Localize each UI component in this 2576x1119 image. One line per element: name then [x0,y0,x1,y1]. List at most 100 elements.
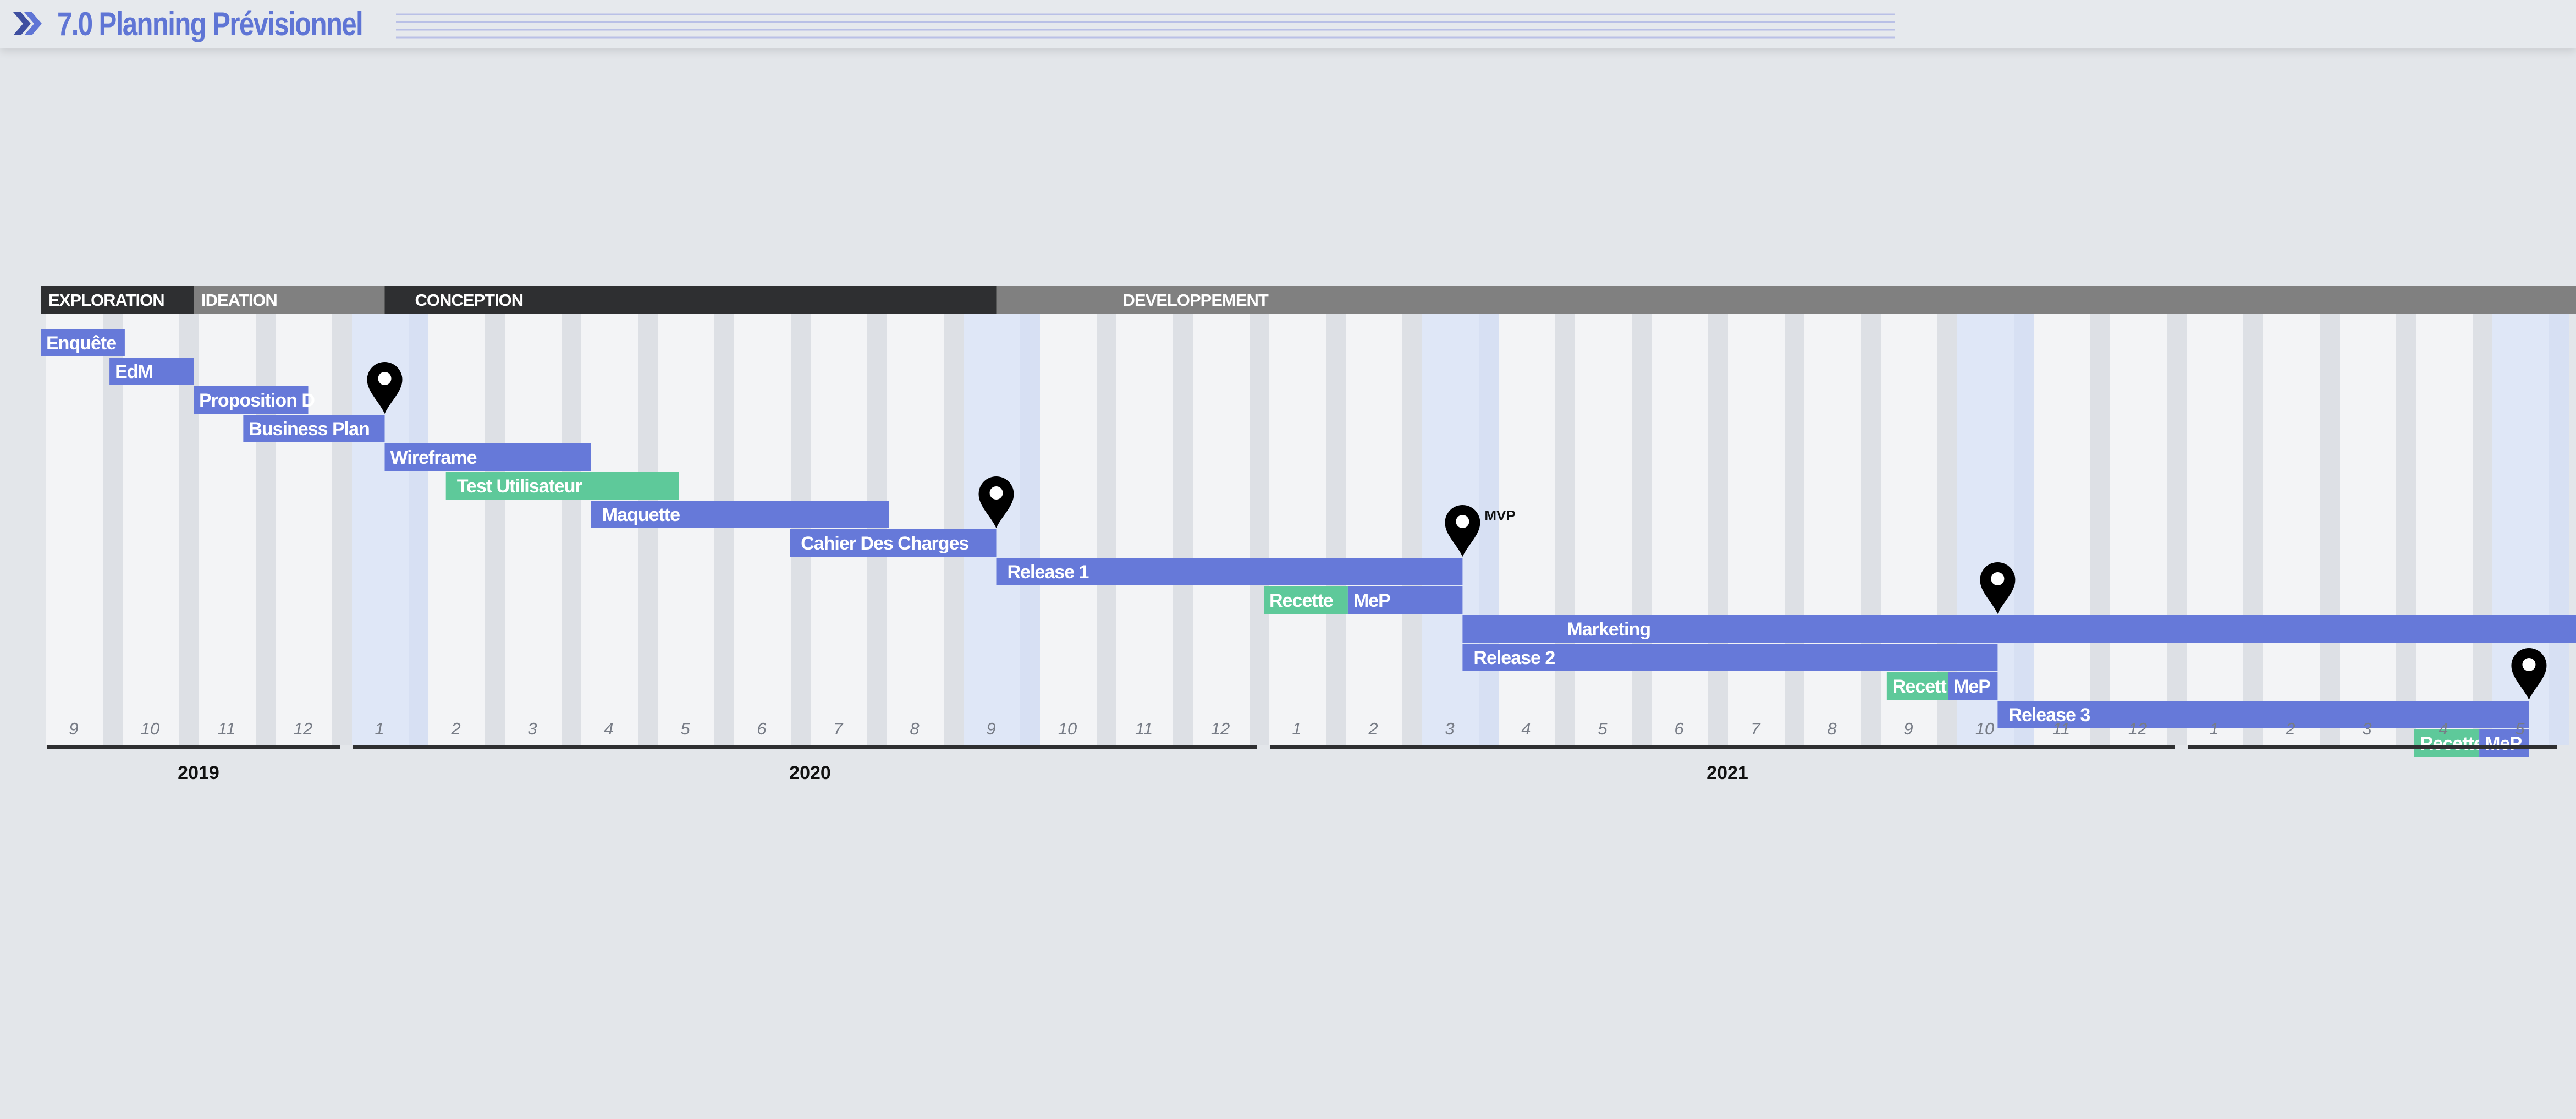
month-tick-label: 1 [2209,719,2219,738]
month-tick-label: 5 [2515,719,2525,738]
month-tick-label: 3 [1445,719,1454,738]
month-column [581,314,638,745]
task-label: EdM [115,361,153,382]
month-column [658,314,714,745]
month-column [1728,314,1785,745]
milestone-label: MVP [1484,507,1515,524]
month-gap [2396,314,2416,745]
month-tick-label: 8 [1827,719,1837,738]
task-label: Marketing [1567,619,1650,640]
map-pin-hole [1991,572,2005,585]
month-gap [2243,314,2263,745]
month-tick-label: 5 [680,719,690,738]
task-label: Recett [1892,676,1947,697]
month-tick-label: 11 [218,719,235,738]
month-column [2340,314,2396,745]
month-gap [485,314,505,745]
year-label: 2021 [1707,763,1748,783]
month-column [2034,314,2090,745]
task-label: Enquête [46,333,116,354]
month-column [2263,314,2320,745]
task-label: Business Plan [249,419,369,440]
month-tick-label: 3 [2362,719,2371,738]
month-column [428,314,485,745]
month-column [2416,314,2473,745]
month-gap [638,314,658,745]
month-tick-label: 11 [2052,719,2070,738]
month-tick-label: 4 [1521,719,1531,738]
month-gap [2549,314,2569,745]
month-gap [1861,314,1881,745]
task-label: Proposition D [199,390,315,411]
month-tick-label: 10 [141,719,159,738]
month-column [1804,314,1861,745]
month-gap [1785,314,1804,745]
month-tick-label: 7 [833,719,844,738]
phase-label: CONCEPTION [415,290,524,310]
task-label: MeP [1353,590,1390,611]
month-gap [714,314,734,745]
month-tick-label: 9 [1903,719,1913,738]
month-column [1346,314,1402,745]
month-tick-label: 6 [1674,719,1684,738]
month-tick-label: 10 [1975,719,1994,738]
month-tick-label: 6 [757,719,767,738]
month-gap [409,314,428,745]
task-label: Cahier Des Charges [801,533,968,554]
month-gap [1250,314,1269,745]
month-gap [2473,314,2492,745]
month-gap [562,314,581,745]
task-label: Release 3 [2008,705,2090,726]
year-label: 2019 [178,763,219,783]
month-tick-label: 1 [1292,719,1301,738]
month-gap [1173,314,1193,745]
phase-label: EXPLORATION [48,290,164,310]
month-gap [2167,314,2187,745]
month-tick-label: 7 [1751,719,1761,738]
month-gap [1097,314,1116,745]
month-column [1575,314,1632,745]
year-label: 2020 [789,763,831,783]
month-tick-label: 2 [2285,719,2295,738]
month-column [2187,314,2243,745]
month-gap [1555,314,1575,745]
month-tick-label: 9 [986,719,995,738]
phase-strip: EXPLORATION IDEATION CONCEPTION DEVELOPPEME… [41,286,2576,314]
month-gap [1326,314,1346,745]
year-rule [47,745,340,749]
map-pin-hole [2522,658,2536,671]
task-label: MeP [1953,676,1990,697]
month-column [1040,314,1097,745]
month-column [46,314,103,745]
task-label: Recette [1269,590,1333,611]
month-column [276,314,332,745]
month-gap [1402,314,1422,745]
month-tick-label: 11 [1135,719,1153,738]
month-column [199,314,256,745]
month-tick-label: 12 [2128,719,2147,738]
map-pin-hole [378,372,392,385]
month-column [1116,314,1173,745]
month-tick-label: 1 [375,719,384,738]
phase-label: DEVELOPPEMENT [1123,290,1269,310]
month-tick-label: 3 [527,719,537,738]
month-column [734,314,791,745]
month-gap [2090,314,2110,745]
month-gap [1020,314,1040,745]
map-pin-hole [1456,515,1469,528]
month-column [505,314,562,745]
month-gap [2320,314,2340,745]
month-column [2110,314,2167,745]
month-tick-label: 2 [450,719,460,738]
month-tick-label: 10 [1058,719,1077,738]
year-rule [353,745,1257,749]
month-tick-label: 4 [604,719,613,738]
task-label: Release 2 [1473,648,1555,668]
month-tick-label: 12 [294,719,312,738]
month-columns [46,314,2569,745]
month-tick-label: 2 [1368,719,1378,738]
month-tick-label: 5 [1598,719,1608,738]
task-label: Release 1 [1008,562,1089,583]
month-tick-label: 12 [1211,719,1230,738]
month-tick-label: 4 [2439,719,2448,738]
